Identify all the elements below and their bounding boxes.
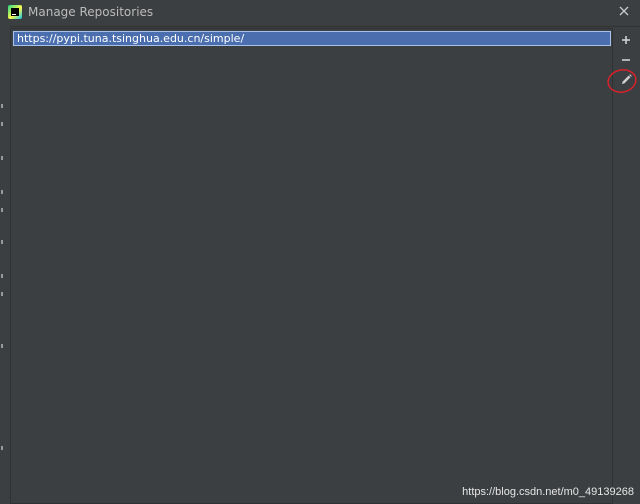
edit-repository-button[interactable] (617, 71, 635, 89)
background-glyph (1, 274, 3, 278)
plus-icon (622, 36, 630, 44)
repository-row[interactable]: https://pypi.tuna.tsinghua.edu.cn/simple… (13, 31, 611, 46)
remove-repository-button[interactable] (617, 51, 635, 69)
background-glyph (1, 344, 3, 348)
background-glyph (1, 156, 3, 160)
background-glyph (1, 104, 3, 108)
watermark-text: https://blog.csdn.net/m0_49139268 (462, 486, 634, 498)
repository-toolbar (613, 28, 640, 504)
pencil-icon (622, 74, 632, 84)
close-button[interactable] (616, 3, 632, 19)
background-glyph (1, 208, 3, 212)
add-repository-button[interactable] (617, 31, 635, 49)
repository-list[interactable]: https://pypi.tuna.tsinghua.edu.cn/simple… (10, 28, 613, 504)
background-window-edge (0, 26, 10, 504)
background-glyph (1, 292, 3, 296)
background-glyph (1, 122, 3, 126)
background-glyph (1, 446, 3, 450)
background-glyph (1, 240, 3, 244)
background-glyph (1, 190, 3, 194)
close-icon (619, 6, 629, 16)
title-bar[interactable]: Manage Repositories (0, 0, 640, 27)
dialog-title: Manage Repositories (28, 5, 154, 19)
manage-repositories-dialog: Manage Repositories https://pypi.tuna.ts… (0, 0, 640, 504)
repository-url: https://pypi.tuna.tsinghua.edu.cn/simple… (17, 32, 245, 45)
minus-icon (622, 59, 630, 61)
pycharm-logo-icon (8, 5, 22, 19)
